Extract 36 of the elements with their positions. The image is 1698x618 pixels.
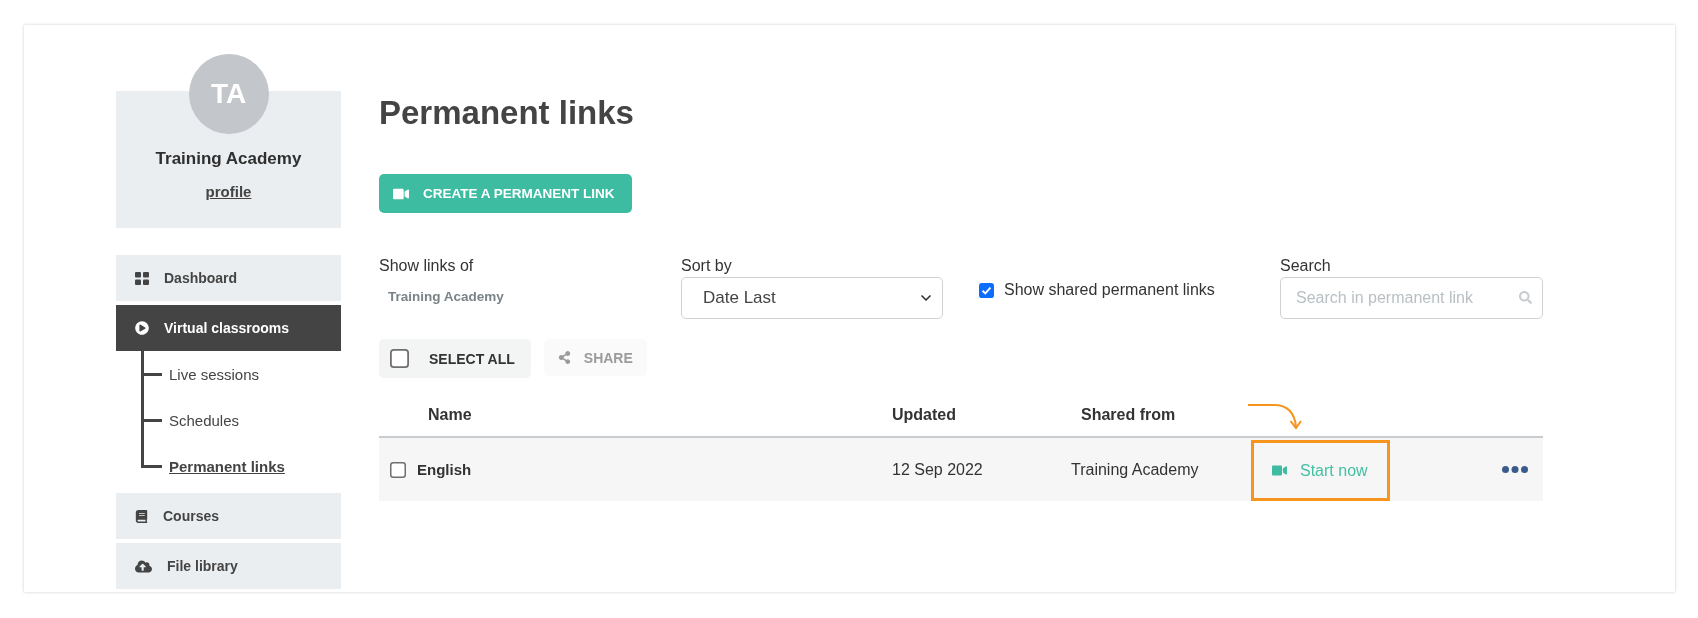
play-icon — [135, 321, 149, 335]
nav-item[interactable]: Virtual classrooms — [116, 305, 341, 351]
nav-item[interactable]: Dashboard — [116, 255, 341, 301]
checkbox[interactable] — [979, 282, 994, 298]
checkbox-label: Show shared permanent links — [1004, 281, 1215, 299]
column-header: Shared from — [1081, 405, 1176, 424]
sub-nav-item[interactable]: Live sessions — [116, 351, 341, 397]
search-field[interactable]: Search in permanent link — [1280, 277, 1543, 319]
updated-date: 12 Sep 2022 — [892, 460, 983, 479]
select-all-button[interactable]: SELECT ALL — [379, 339, 531, 378]
more-icon — [1502, 466, 1528, 473]
nav-item[interactable]: File library — [116, 543, 341, 589]
grid-icon — [135, 271, 149, 285]
filter-label: Search — [1280, 256, 1331, 275]
column-header: Name — [428, 405, 472, 424]
nav-item[interactable]: Courses — [116, 493, 341, 539]
checkbox[interactable] — [390, 349, 409, 368]
row-checkbox[interactable] — [390, 461, 406, 478]
search-icon — [1519, 291, 1532, 304]
avatar: TA — [188, 54, 269, 134]
sort-select[interactable]: Date Last — [681, 277, 943, 319]
profile-name: Training Academy — [155, 149, 302, 169]
filter-label: Show links of — [379, 256, 474, 275]
more-button[interactable] — [1502, 466, 1528, 473]
column-header: Updated — [892, 405, 956, 424]
link-name: English — [417, 461, 472, 478]
book-icon — [135, 509, 148, 523]
shared-from: Training Academy — [1071, 460, 1199, 479]
page-title: Permanent links — [379, 94, 634, 132]
owner-name: Training Academy — [388, 289, 504, 304]
share-icon — [557, 351, 571, 364]
sub-nav-item[interactable]: Permanent links — [116, 443, 341, 489]
video-camera-icon — [1272, 463, 1287, 478]
filter-label: Sort by — [681, 256, 732, 275]
sub-nav-item[interactable]: Schedules — [116, 397, 341, 443]
profile-link[interactable]: profile — [205, 183, 252, 201]
